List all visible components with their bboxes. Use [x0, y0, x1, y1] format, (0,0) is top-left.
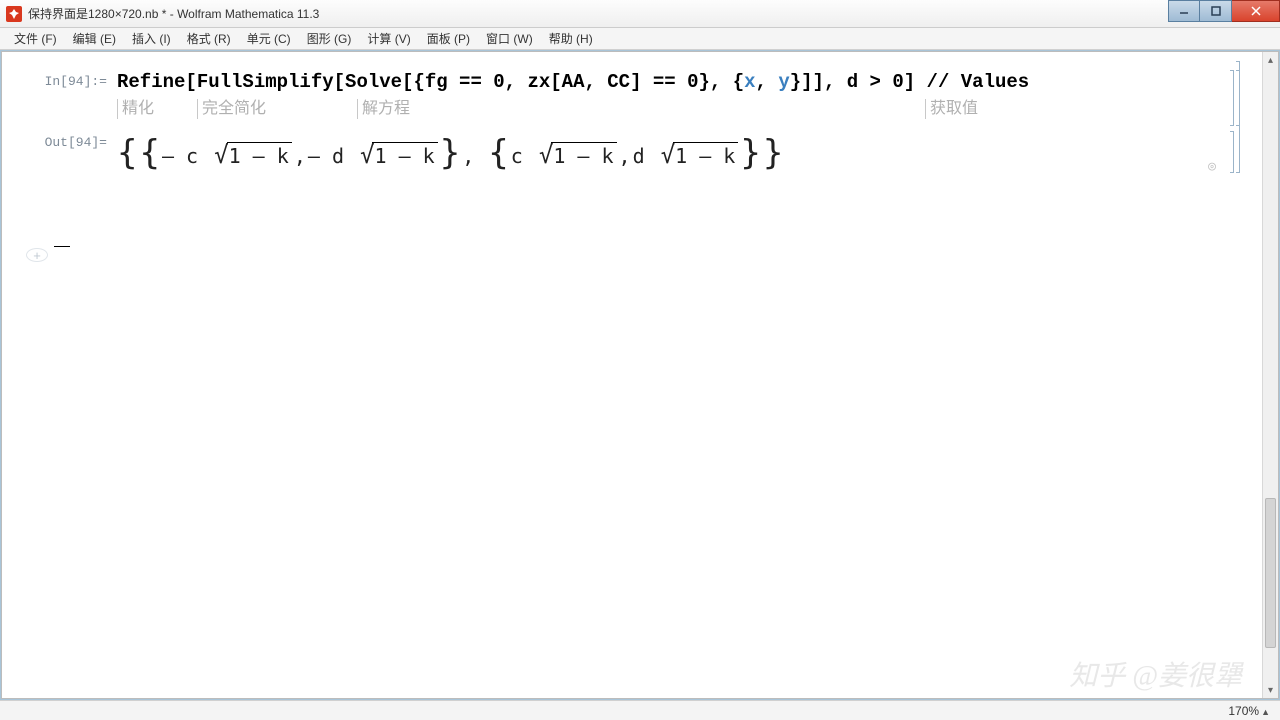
code-hints: 精化 完全简化 解方程 获取值: [117, 99, 1222, 120]
hint-solve: 解方程: [357, 99, 925, 120]
maximize-button[interactable]: [1200, 0, 1232, 22]
menu-palettes[interactable]: 面板 (P): [419, 30, 478, 47]
app-icon: [6, 6, 22, 22]
input-content[interactable]: Refine[FullSimplify[Solve[{fg == 0, zx[A…: [117, 70, 1222, 119]
close-button[interactable]: [1232, 0, 1280, 22]
workspace: In[94]:= Refine[FullSimplify[Solve[{fg =…: [1, 51, 1279, 699]
suggestions-icon[interactable]: ◎: [1208, 159, 1216, 176]
watermark-text: 知乎 @姜很犟: [1069, 654, 1242, 694]
hint-values: 获取值: [925, 99, 978, 120]
scroll-down-arrow[interactable]: ▾: [1263, 682, 1278, 698]
window-titlebar: 保持界面是1280×720.nb * - Wolfram Mathematica…: [0, 0, 1280, 28]
out-label: Out[94]=: [2, 131, 117, 150]
menu-evaluation[interactable]: 计算 (V): [359, 30, 418, 47]
menu-help[interactable]: 帮助 (H): [541, 30, 601, 47]
hint-refine: 精化: [117, 99, 197, 120]
vertical-scrollbar[interactable]: ▴ ▾: [1262, 52, 1278, 698]
output-cell[interactable]: Out[94]= { { – c √1 – k , – d √1 – k } ,…: [2, 123, 1262, 183]
menu-cell[interactable]: 单元 (C): [239, 30, 299, 47]
window-title: 保持界面是1280×720.nb * - Wolfram Mathematica…: [28, 5, 319, 22]
window-controls: [1168, 0, 1280, 22]
menu-bar: 文件 (F) 编辑 (E) 插入 (I) 格式 (R) 单元 (C) 图形 (G…: [0, 28, 1280, 50]
output-expression: { { – c √1 – k , – d √1 – k } , { c √1 –…: [117, 131, 1222, 179]
scroll-thumb[interactable]: [1265, 498, 1276, 648]
input-code[interactable]: Refine[FullSimplify[Solve[{fg == 0, zx[A…: [117, 70, 1222, 95]
scroll-track[interactable]: [1263, 68, 1278, 682]
hint-fullsimplify: 完全简化: [197, 99, 357, 120]
output-content[interactable]: { { – c √1 – k , – d √1 – k } , { c √1 –…: [117, 131, 1222, 179]
scroll-up-arrow[interactable]: ▴: [1263, 52, 1278, 68]
menu-graphics[interactable]: 图形 (G): [299, 30, 360, 47]
zoom-level[interactable]: 170%▲: [1224, 704, 1274, 718]
menu-format[interactable]: 格式 (R): [179, 30, 239, 47]
status-bar: 170%▲: [0, 700, 1280, 720]
notebook-area[interactable]: In[94]:= Refine[FullSimplify[Solve[{fg =…: [2, 52, 1262, 698]
menu-edit[interactable]: 编辑 (E): [65, 30, 124, 47]
insertion-cursor: [54, 246, 70, 247]
in-label: In[94]:=: [2, 70, 117, 89]
input-cell[interactable]: In[94]:= Refine[FullSimplify[Solve[{fg =…: [2, 62, 1262, 123]
new-cell-icon[interactable]: +: [26, 248, 48, 262]
menu-insert[interactable]: 插入 (I): [124, 30, 179, 47]
minimize-button[interactable]: [1168, 0, 1200, 22]
menu-window[interactable]: 窗口 (W): [478, 30, 541, 47]
menu-file[interactable]: 文件 (F): [6, 30, 65, 47]
